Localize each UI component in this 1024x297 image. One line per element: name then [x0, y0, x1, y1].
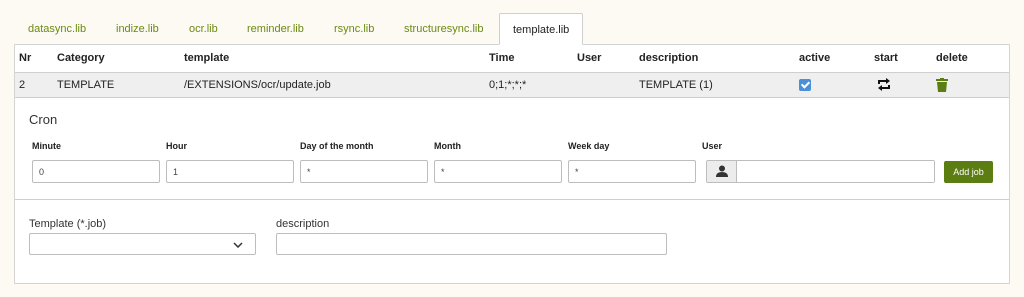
chevron-down-icon: [233, 242, 243, 248]
day-of-month-input[interactable]: [300, 160, 428, 183]
cell-delete: [936, 72, 1009, 98]
user-input[interactable]: [737, 161, 934, 182]
cell-nr: 2: [15, 72, 57, 98]
header-template: template: [184, 45, 489, 73]
template-section: Template (*.job) description: [15, 201, 1009, 283]
trash-icon[interactable]: [936, 77, 948, 92]
template-select[interactable]: [29, 233, 256, 255]
tab-rsync[interactable]: rsync.lib: [334, 14, 374, 44]
jobs-table: Nr Category template Time User descripti…: [15, 45, 1009, 98]
cell-description: TEMPLATE (1): [639, 72, 799, 98]
template-label: Template (*.job): [29, 218, 107, 230]
description-label: description: [276, 218, 330, 230]
header-category: Category: [57, 45, 184, 73]
week-day-input[interactable]: [568, 160, 696, 183]
cell-category: TEMPLATE: [57, 72, 184, 98]
repeat-icon[interactable]: [876, 78, 892, 91]
cell-user: [577, 72, 639, 98]
month-label: Month: [434, 141, 461, 151]
tab-bar: datasync.lib indize.lib ocr.lib reminder…: [14, 0, 1010, 45]
tab-indize[interactable]: indize.lib: [116, 14, 159, 44]
day-of-month-label: Day of the month: [300, 141, 374, 151]
add-job-button[interactable]: Add job: [944, 161, 993, 183]
description-input[interactable]: [276, 233, 667, 255]
week-day-label: Week day: [568, 141, 610, 151]
cell-template: /EXTENSIONS/ocr/update.job: [184, 72, 489, 98]
user-field: [706, 160, 935, 183]
header-start: start: [874, 45, 936, 73]
hour-input[interactable]: [166, 160, 294, 183]
minute-label: Minute: [32, 141, 61, 151]
tab-datasync[interactable]: datasync.lib: [28, 14, 86, 44]
header-nr: Nr: [15, 45, 57, 73]
header-description: description: [639, 45, 799, 73]
tab-structuresync[interactable]: structuresync.lib: [404, 14, 483, 44]
header-delete: delete: [936, 45, 1009, 73]
header-user: User: [577, 45, 639, 73]
active-checkbox[interactable]: [799, 78, 811, 91]
minute-input[interactable]: [32, 160, 160, 183]
cell-active: [799, 72, 874, 98]
table-header-row: Nr Category template Time User descripti…: [15, 45, 1009, 73]
month-input[interactable]: [434, 160, 562, 183]
tab-template[interactable]: template.lib: [499, 13, 584, 45]
table-row[interactable]: 2 TEMPLATE /EXTENSIONS/ocr/update.job 0;…: [15, 72, 1009, 98]
main-panel: Nr Category template Time User descripti…: [14, 44, 1010, 284]
cell-time: 0;1;*;*;*: [489, 72, 577, 98]
cron-section: Cron Minute Hour Day of the month Month …: [15, 97, 1009, 200]
hour-label: Hour: [166, 141, 187, 151]
header-active: active: [799, 45, 874, 73]
user-label: User: [702, 141, 723, 151]
user-icon: [716, 165, 728, 177]
cron-title: Cron: [29, 112, 58, 127]
user-addon: [707, 161, 737, 182]
tab-reminder[interactable]: reminder.lib: [247, 14, 304, 44]
cell-start: [874, 72, 936, 98]
header-time: Time: [489, 45, 577, 73]
tab-ocr[interactable]: ocr.lib: [189, 14, 218, 44]
